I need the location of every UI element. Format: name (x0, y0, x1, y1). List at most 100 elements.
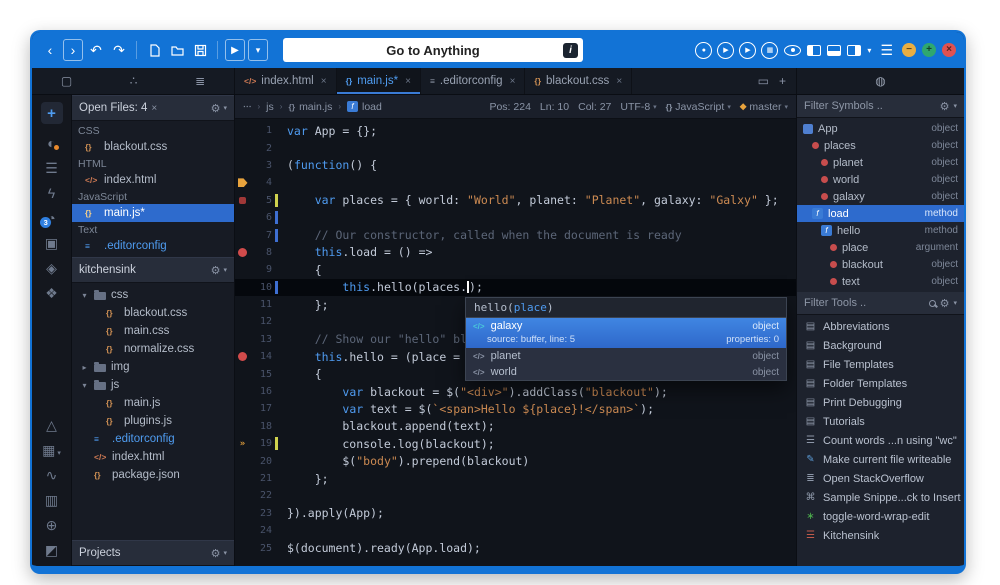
bookmark-icon[interactable] (237, 178, 248, 188)
chart-icon[interactable]: ∿ (46, 468, 58, 482)
layout-dropdown-icon[interactable]: ▾ (867, 46, 871, 55)
status-pos[interactable]: Pos: 224 (489, 101, 530, 113)
share-icon[interactable]: ❖ (45, 286, 58, 300)
code-line-19[interactable]: » 19 console.log(blackout); (235, 435, 796, 452)
gear-icon[interactable]: ⚙ (211, 264, 221, 277)
filter-symbols-bar[interactable]: Filter Symbols .. ⚙ ▾ (797, 95, 964, 118)
folder-item-css[interactable]: ▾ css (72, 286, 234, 304)
stack-tab-icon[interactable]: ≣ (195, 74, 205, 88)
filter-tools-bar[interactable]: Filter Tools .. ⚙ ▾ (797, 292, 964, 315)
file-item-normalize-css[interactable]: {} normalize.css (72, 340, 234, 358)
history-icon[interactable]: ◔ 3 (40, 211, 56, 228)
gear-icon[interactable]: ⚙ (940, 100, 950, 113)
code-line-10[interactable]: 10 this.hello(places.); (235, 278, 796, 296)
code-line-7[interactable]: 7 // Our constructor, called when the do… (235, 226, 796, 243)
save-button[interactable] (190, 39, 210, 61)
code-line-3[interactable]: 3 (function() { (235, 157, 796, 174)
lightning-icon[interactable]: ϟ (48, 186, 55, 200)
open-file-item-index-html[interactable]: </> index.html (72, 171, 234, 189)
status-ln[interactable]: Ln: 10 (540, 101, 569, 113)
code-line-17[interactable]: 17 var text = $(`<span>Hello ${place}!</… (235, 400, 796, 417)
panel-icon[interactable]: ▣ (45, 236, 58, 250)
go-to-anything-input[interactable]: Go to Anything i (283, 38, 583, 62)
gear-icon[interactable]: ⚙ (211, 102, 221, 115)
breakpoint-icon[interactable] (238, 247, 247, 257)
gear-icon[interactable]: ⚙ (211, 547, 221, 560)
tab-blackout-css[interactable]: {} blackout.css × (525, 68, 633, 94)
tool-item-tutorials[interactable]: ▤ Tutorials (797, 412, 964, 431)
maximize-button[interactable]: + (922, 43, 936, 57)
undo-button[interactable]: ↶ (86, 39, 106, 61)
symbol-item-load[interactable]: f load method (797, 205, 964, 222)
gear-icon[interactable]: ⚙ (940, 297, 950, 310)
globe-icon[interactable]: ⊕ (46, 518, 58, 532)
file-item-editorconfig[interactable]: ≡ .editorconfig (72, 430, 234, 448)
apps-icon[interactable]: ▦ ▾ (42, 443, 61, 457)
expander-icon[interactable]: ▸ (80, 363, 89, 372)
file-item-main-css[interactable]: {} main.css (72, 322, 234, 340)
run-button[interactable]: ▶ (225, 39, 245, 61)
puzzle-icon[interactable]: ◩ (45, 543, 58, 557)
file-item-plugins-js[interactable]: {} plugins.js (72, 412, 234, 430)
panel-info-icon[interactable]: ◍ (875, 74, 885, 88)
add-button[interactable]: + (40, 102, 63, 124)
tool-item-count-words-n-using-wc[interactable]: ☰ Count words ...n using "wc" (797, 431, 964, 450)
projects-header[interactable]: Projects ⚙ ▾ (72, 540, 234, 566)
status-javascript[interactable]: {} JavaScript ▾ (666, 101, 731, 113)
code-line-22[interactable]: 22 (235, 487, 796, 504)
tool-item-kitchensink[interactable]: ☰ Kitchensink (797, 526, 964, 545)
new-tab-button[interactable]: + (779, 74, 786, 88)
package-icon[interactable]: ▥ (45, 493, 58, 507)
layout-bottom-panel-icon[interactable] (827, 44, 842, 56)
code-line-6[interactable]: 6 (235, 209, 796, 226)
code-line-25[interactable]: 25 $(document).ready(App.load); (235, 539, 796, 556)
code-line-8[interactable]: 8 this.load = () => (235, 244, 796, 261)
tool-item-print-debugging[interactable]: ▤ Print Debugging (797, 393, 964, 412)
close-window-button[interactable]: × (942, 43, 956, 57)
file-item-blackout-css[interactable]: {} blackout.css (72, 304, 234, 322)
open-file-item-blackout-css[interactable]: {} blackout.css (72, 138, 234, 156)
completion-item-galaxy[interactable]: </> galaxy object source: buffer, line: 5 pr… (466, 318, 786, 348)
file-item-package-json[interactable]: {} package.json (72, 466, 234, 484)
code-line-1[interactable]: 1 var App = {}; (235, 122, 796, 139)
tool-item-background[interactable]: ▤ Background (797, 336, 964, 355)
symbol-item-text[interactable]: text object (797, 273, 964, 290)
back-button[interactable]: ‹ (40, 39, 60, 61)
symbol-item-blackout[interactable]: blackout object (797, 256, 964, 273)
forward-button[interactable]: › (63, 39, 83, 61)
breadcrumb-item-load[interactable]: f load (347, 101, 382, 113)
open-file-item-main-js[interactable]: {} main.js* (72, 204, 234, 222)
toolbar-circle-icon-1[interactable]: ● (695, 41, 713, 59)
tool-item-folder-templates[interactable]: ▤ Folder Templates (797, 374, 964, 393)
expander-icon[interactable]: ▾ (80, 381, 89, 390)
code-line-20[interactable]: 20 $("body").prepend(blackout) (235, 452, 796, 469)
code-line-16[interactable]: 16 var blackout = $("<div>").addClass("b… (235, 383, 796, 400)
breadcrumb-item[interactable]: ⋯ (243, 101, 252, 112)
chevron-down-icon[interactable]: ▾ (953, 102, 957, 110)
marker-icon[interactable] (239, 196, 246, 204)
code-line-23[interactable]: 23}).apply(App); (235, 505, 796, 522)
file-item-main-js[interactable]: {} main.js (72, 394, 234, 412)
completion-item-planet[interactable]: </> planet object (466, 348, 786, 364)
symbol-item-app[interactable]: App object (797, 120, 964, 137)
tool-item-sample-snippe-ck-to-insert[interactable]: ⌘ Sample Snippe...ck to Insert (797, 488, 964, 507)
code-line-24[interactable]: 24 (235, 522, 796, 539)
run-dropdown-button[interactable]: ▾ (248, 39, 268, 61)
code-line-4[interactable]: 4 (235, 174, 796, 191)
minimize-button[interactable]: − (902, 43, 916, 57)
chevron-down-icon[interactable]: ▾ (223, 266, 227, 274)
open-folder-button[interactable] (167, 39, 187, 61)
layout-right-panel-icon[interactable] (847, 44, 862, 56)
tool-item-file-templates[interactable]: ▤ File Templates (797, 355, 964, 374)
file-item-index-html[interactable]: </> index.html (72, 448, 234, 466)
tab-editorconfig[interactable]: ≡ .editorconfig × (421, 68, 526, 94)
code-line-18[interactable]: 18 blackout.append(text); (235, 418, 796, 435)
flask-icon[interactable]: △ (46, 418, 57, 432)
chevron-down-icon[interactable]: ▾ (223, 549, 227, 557)
tool-item-make-current-file-writeable[interactable]: ✎ Make current file writeable (797, 450, 964, 469)
redo-button[interactable]: ↷ (109, 39, 129, 61)
status-utf-8[interactable]: UTF-8 ▾ (620, 101, 656, 113)
breakpoint-icon[interactable] (238, 352, 247, 362)
hamburger-menu-icon[interactable]: ☰ (880, 42, 893, 59)
close-icon[interactable]: × (151, 103, 157, 114)
